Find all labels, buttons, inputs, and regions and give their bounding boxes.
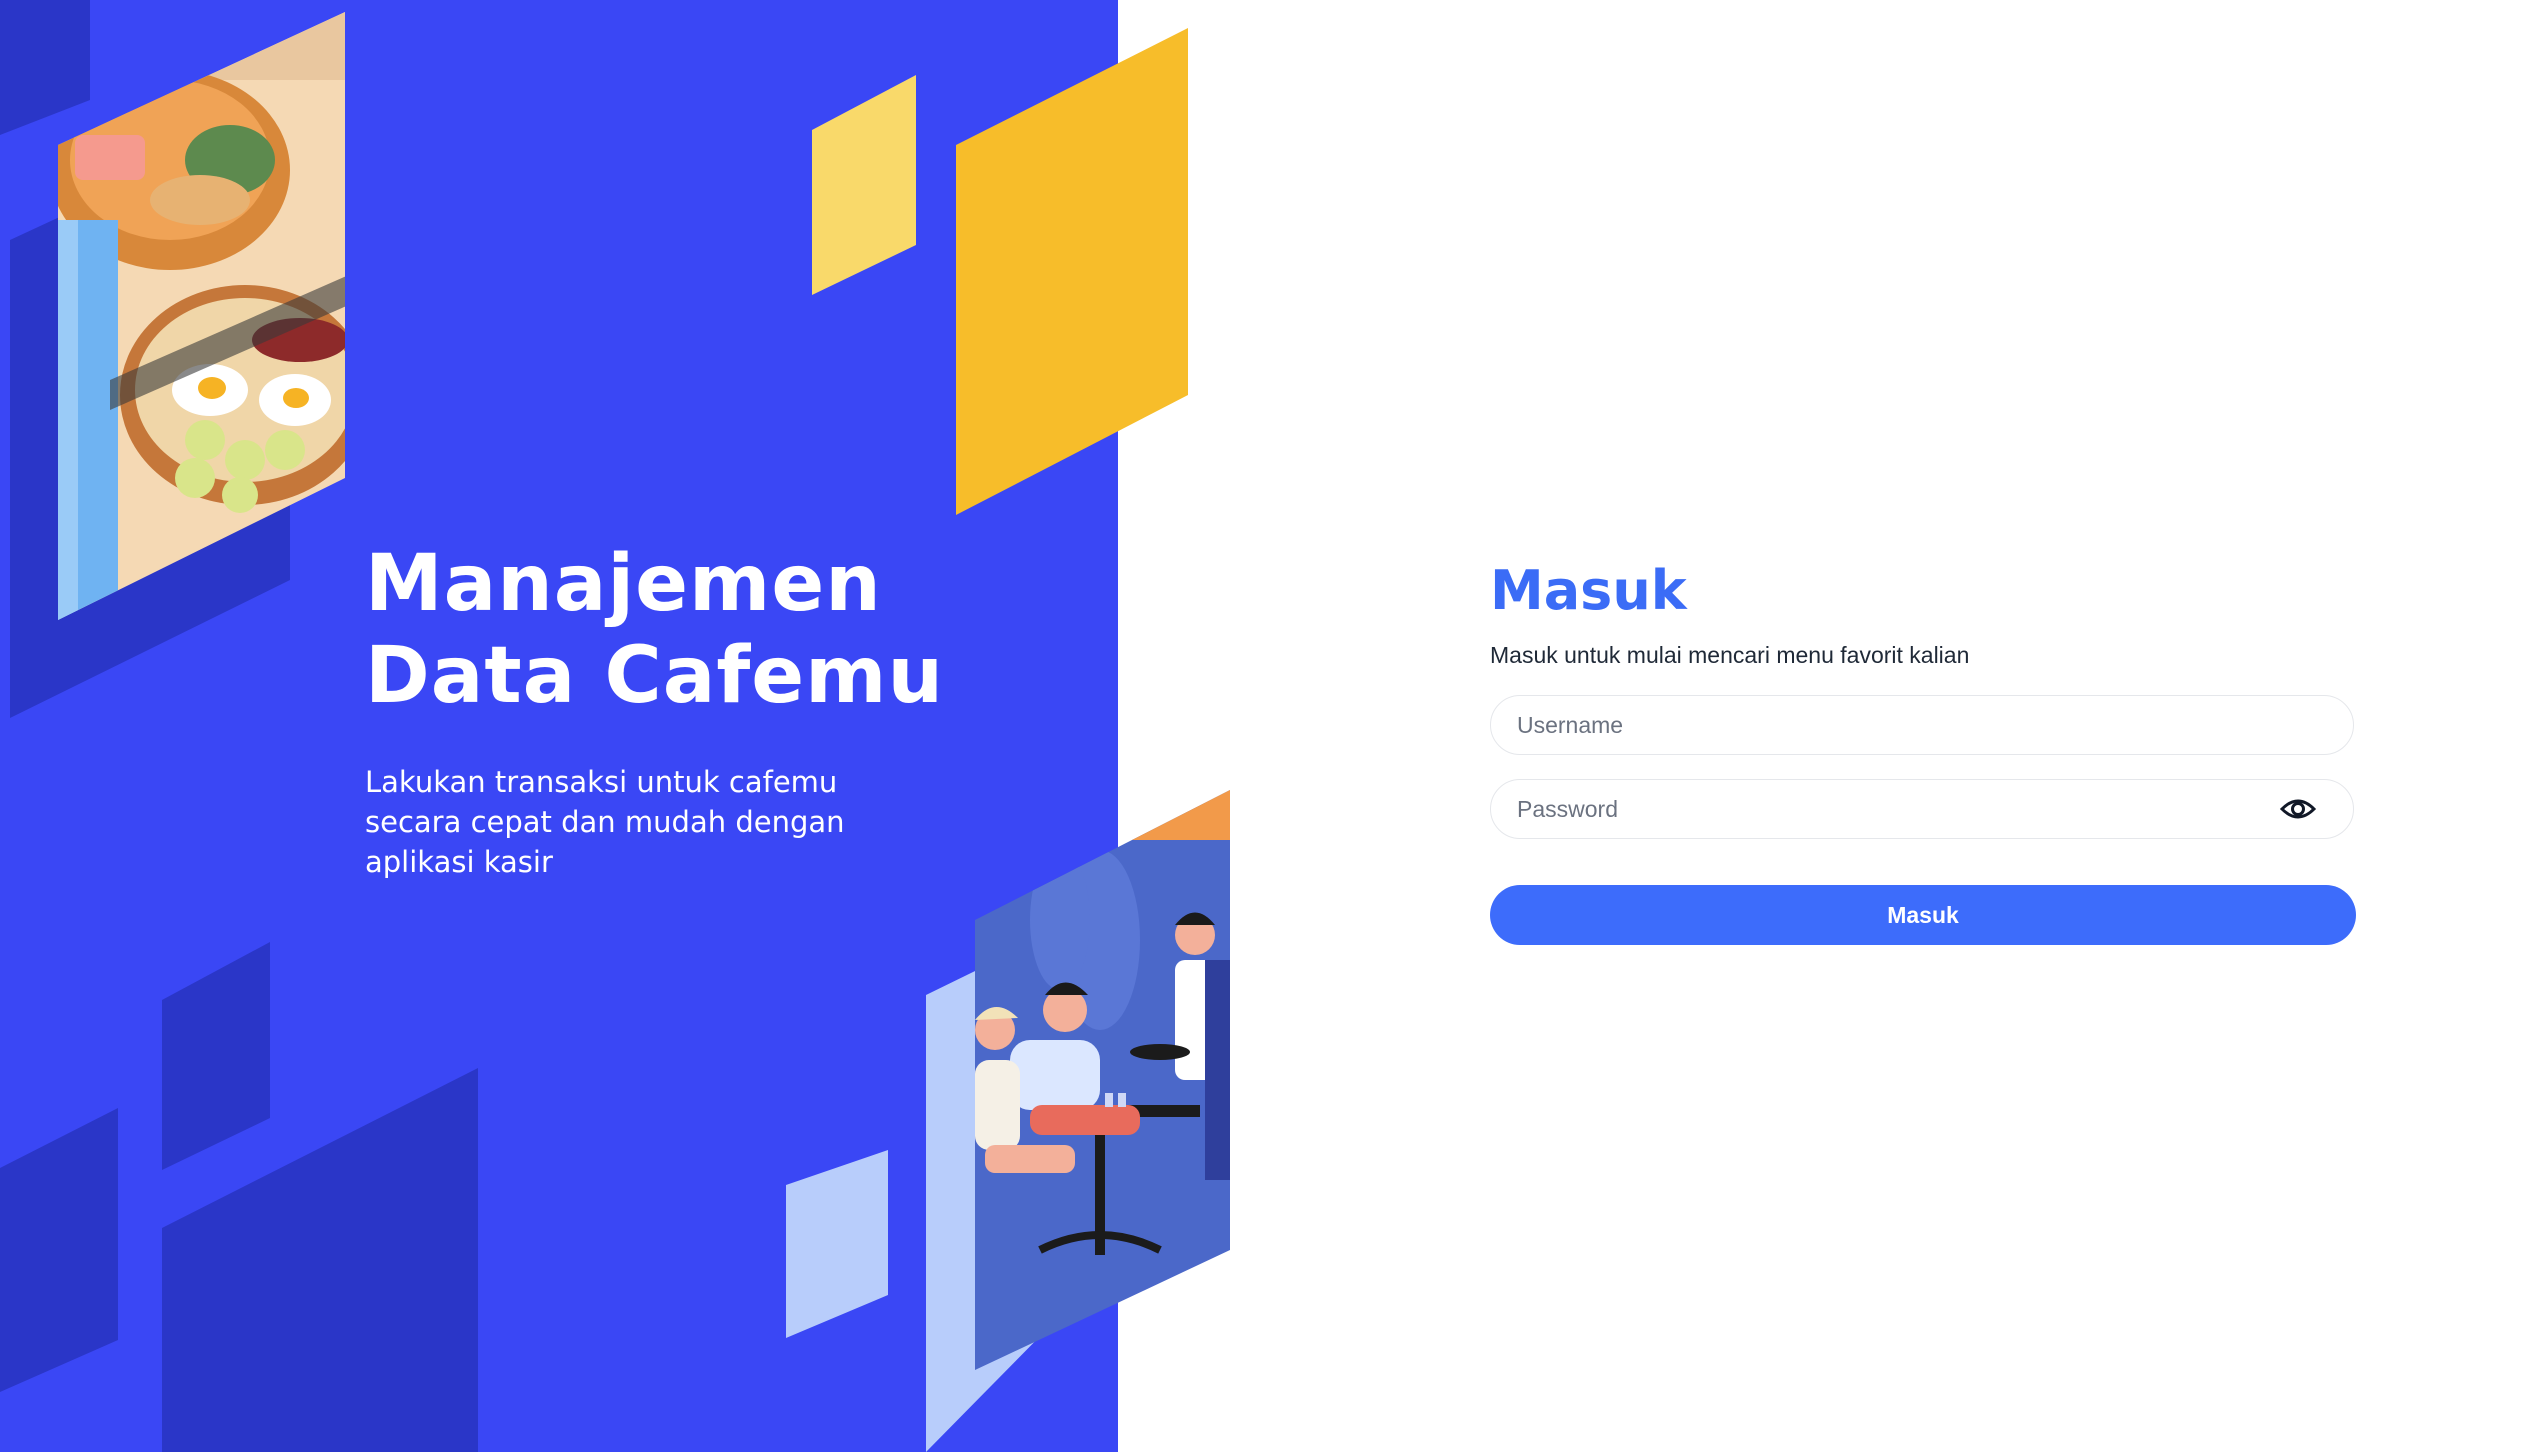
password-field-wrapper (1490, 779, 2354, 839)
username-input[interactable] (1515, 696, 2279, 755)
login-page: Manajemen Data Cafemu Lakukan transaksi … (0, 0, 2538, 1452)
hero-title: Manajemen Data Cafemu (365, 538, 985, 722)
username-field-wrapper (1490, 695, 2354, 755)
login-title: Masuk (1490, 559, 1687, 622)
hero-text: Manajemen Data Cafemu Lakukan transaksi … (365, 538, 985, 882)
login-form: Masuk Masuk untuk mulai mencari menu fav… (1490, 555, 2356, 945)
hero-title-line1: Manajemen (365, 539, 882, 629)
eye-icon[interactable] (2279, 794, 2317, 824)
hero-title-line2: Data Cafemu (365, 631, 944, 721)
login-submit-button[interactable]: Masuk (1490, 885, 2356, 945)
hero-subtitle: Lakukan transaksi untuk cafemu secara ce… (365, 765, 845, 879)
password-input[interactable] (1515, 780, 2279, 839)
login-subtitle: Masuk untuk mulai mencari menu favorit k… (1490, 642, 1970, 668)
